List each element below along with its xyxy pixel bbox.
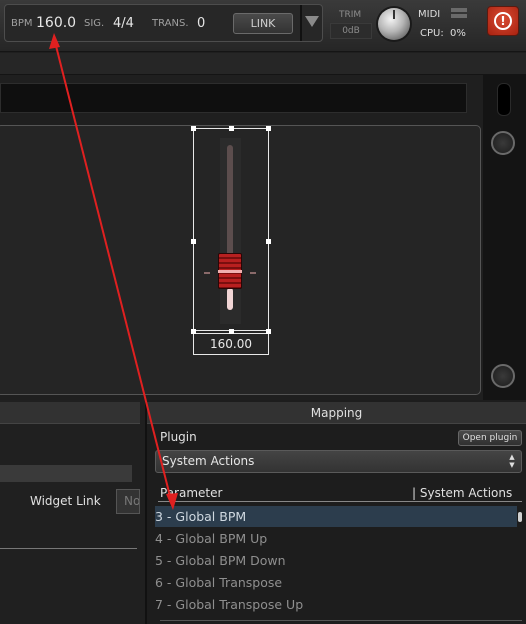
parameter-column-header: Parameter xyxy=(160,486,223,500)
properties-title-bar xyxy=(0,402,140,424)
secondary-strip xyxy=(0,53,526,75)
rail-top-button[interactable] xyxy=(491,131,515,155)
resize-handle[interactable] xyxy=(191,239,196,244)
mapping-title: Mapping xyxy=(147,402,526,424)
parameter-row[interactable]: 3 - Global BPM xyxy=(155,506,517,527)
resize-handle[interactable] xyxy=(266,126,271,131)
top-toolbar: BPM 160.0 SIG. 4/4 TRANS. 0 LINK TRIM 0d… xyxy=(0,0,526,52)
parameter-row[interactable]: 7 - Global Transpose Up xyxy=(155,594,517,615)
plugin-label: Plugin xyxy=(160,430,197,444)
resize-handle[interactable] xyxy=(191,126,196,131)
sig-label: SIG. xyxy=(84,18,105,29)
transport-display: BPM 160.0 SIG. 4/4 TRANS. 0 LINK xyxy=(4,4,323,42)
bpm-value[interactable]: 160.0 xyxy=(36,15,76,31)
resize-handle[interactable] xyxy=(229,126,234,131)
plugin-column-header: | System Actions xyxy=(412,486,513,500)
resize-handle[interactable] xyxy=(266,239,271,244)
properties-divider xyxy=(0,548,137,549)
trans-label: TRANS. xyxy=(152,18,189,29)
fader-value-label: 160.00 xyxy=(210,337,252,351)
right-rail xyxy=(483,75,526,400)
resize-handle[interactable] xyxy=(266,329,271,334)
cpu-label: CPU: xyxy=(420,28,444,39)
trans-value[interactable]: 0 xyxy=(197,16,205,31)
parameter-list-bottom-rule xyxy=(160,620,522,621)
knob-indicator xyxy=(393,10,395,19)
parameter-header-rule xyxy=(158,501,522,502)
trim-value: 0dB xyxy=(330,23,372,39)
parameter-row[interactable]: 5 - Global BPM Down xyxy=(155,550,517,571)
resize-handle[interactable] xyxy=(191,329,196,334)
chevron-down-icon[interactable] xyxy=(305,16,319,27)
widget-link-input[interactable]: No xyxy=(116,489,140,514)
trim-label: TRIM xyxy=(339,10,362,20)
panel-header-bar xyxy=(0,83,467,113)
widget-link-label: Widget Link xyxy=(30,494,101,508)
transport-divider xyxy=(300,5,302,41)
alert-icon: ! xyxy=(494,12,512,30)
widget-selection-box[interactable] xyxy=(193,128,269,331)
rail-bottom-button[interactable] xyxy=(491,364,515,388)
alert-button[interactable]: ! xyxy=(487,6,519,36)
parameter-list-scrollbar[interactable] xyxy=(518,512,522,522)
parameter-row[interactable]: 4 - Global BPM Up xyxy=(155,528,517,549)
midi-label: MIDI xyxy=(418,9,441,20)
updown-arrows-icon: ▲ ▼ xyxy=(509,453,515,469)
resize-handle[interactable] xyxy=(229,329,234,334)
bpm-label: BPM xyxy=(11,18,33,29)
plugin-select[interactable]: System Actions xyxy=(155,450,522,473)
sig-value[interactable]: 4/4 xyxy=(113,16,134,31)
cpu-value: 0% xyxy=(450,28,466,39)
midi-meter-icon xyxy=(451,8,467,18)
open-plugin-button[interactable]: Open plugin xyxy=(458,430,522,446)
properties-field[interactable] xyxy=(0,465,132,482)
rail-scroll-slot[interactable] xyxy=(497,83,511,116)
parameter-row[interactable]: 6 - Global Transpose xyxy=(155,572,517,593)
link-button[interactable]: LINK xyxy=(233,13,293,34)
